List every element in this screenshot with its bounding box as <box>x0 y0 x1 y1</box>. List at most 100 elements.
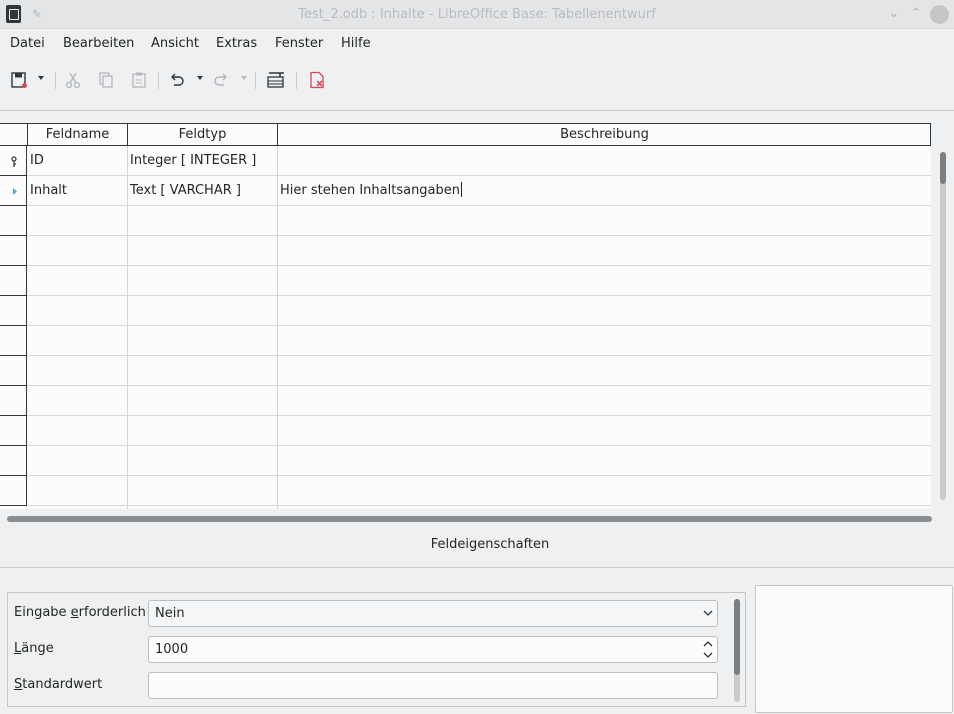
maximize-button[interactable]: ⌃ <box>908 6 924 22</box>
cell-feldname[interactable] <box>28 296 127 325</box>
save-icon[interactable] <box>8 69 30 91</box>
table-row[interactable] <box>0 296 931 326</box>
length-spinfield[interactable]: 1000 <box>148 636 718 663</box>
table-row[interactable]: Inhalt Text [ VARCHAR ] Hier stehen Inhalt… <box>0 176 931 206</box>
cell-beschreibung[interactable] <box>278 266 930 295</box>
redo-icon[interactable] <box>210 69 232 91</box>
row-selector[interactable] <box>0 446 27 476</box>
menu-datei[interactable]: Datei <box>10 36 45 51</box>
redo-dropdown-arrow[interactable] <box>241 76 247 80</box>
row-selector[interactable] <box>0 266 27 296</box>
copy-icon[interactable] <box>95 69 117 91</box>
default-value-input[interactable] <box>148 672 718 699</box>
table-row[interactable] <box>0 416 931 446</box>
column-header-feldtyp[interactable]: Feldtyp <box>128 123 278 146</box>
row-selector[interactable] <box>0 146 27 176</box>
row-selector[interactable] <box>0 296 27 326</box>
cell-feldtyp[interactable] <box>128 416 277 445</box>
properties-scrollbar[interactable] <box>734 599 740 702</box>
cell-feldtyp[interactable] <box>128 206 277 235</box>
row-selector[interactable] <box>0 206 27 236</box>
table-row[interactable] <box>0 386 931 416</box>
cell-feldtyp[interactable] <box>128 446 277 475</box>
column-header-feldname[interactable]: Feldname <box>28 123 128 146</box>
table-row[interactable]: ID Integer [ INTEGER ] <box>0 146 931 176</box>
undo-dropdown-arrow[interactable] <box>197 76 203 80</box>
row-selector[interactable] <box>0 236 27 266</box>
cell-feldtyp[interactable]: Text [ VARCHAR ] <box>128 176 277 205</box>
current-row-arrow-icon <box>13 188 17 195</box>
menu-hilfe[interactable]: Hilfe <box>341 36 371 51</box>
cell-beschreibung[interactable] <box>278 416 930 445</box>
menu-extras[interactable]: Extras <box>216 36 257 51</box>
cell-beschreibung[interactable] <box>278 206 930 235</box>
cell-feldname[interactable] <box>28 236 127 265</box>
cell-feldname-text: Inhalt <box>30 183 67 198</box>
cell-feldname[interactable] <box>28 416 127 445</box>
spin-down-icon[interactable] <box>703 650 713 660</box>
table-row[interactable] <box>0 446 931 476</box>
help-text-box <box>755 585 953 713</box>
cell-feldtyp[interactable] <box>128 476 277 505</box>
table-row[interactable] <box>0 356 931 386</box>
close-document-icon[interactable] <box>306 69 328 91</box>
cell-feldtyp[interactable]: Integer [ INTEGER ] <box>128 146 277 175</box>
cell-feldtyp[interactable] <box>128 326 277 355</box>
cell-beschreibung[interactable] <box>278 356 930 385</box>
cell-feldname[interactable]: Inhalt <box>28 176 127 205</box>
cell-beschreibung[interactable] <box>278 296 930 325</box>
cell-feldname[interactable] <box>28 446 127 475</box>
save-dropdown-arrow[interactable] <box>38 76 44 80</box>
menu-bearbeiten[interactable]: Bearbeiten <box>63 36 134 51</box>
paste-icon[interactable] <box>128 69 150 91</box>
cell-beschreibung[interactable] <box>278 236 930 265</box>
cell-feldname[interactable] <box>28 326 127 355</box>
row-selector[interactable] <box>0 386 27 416</box>
row-selector[interactable] <box>0 176 27 206</box>
table-row[interactable] <box>0 206 931 236</box>
cell-feldname-text: ID <box>30 153 44 168</box>
cell-feldname[interactable] <box>28 476 127 505</box>
cell-feldtyp[interactable] <box>128 296 277 325</box>
cell-feldname[interactable] <box>28 206 127 235</box>
cell-beschreibung[interactable] <box>278 326 930 355</box>
menu-fenster[interactable]: Fenster <box>275 36 323 51</box>
row-selector[interactable] <box>0 356 27 386</box>
table-row[interactable] <box>0 476 931 506</box>
cell-feldname[interactable] <box>28 266 127 295</box>
cell-feldtyp[interactable] <box>128 356 277 385</box>
scrollbar-thumb[interactable] <box>734 599 740 675</box>
row-selector[interactable] <box>0 476 27 506</box>
scrollbar-thumb[interactable] <box>940 152 946 184</box>
row-selector[interactable] <box>0 416 27 446</box>
cell-feldname[interactable] <box>28 386 127 415</box>
undo-icon[interactable] <box>166 69 188 91</box>
length-label: Länge <box>14 641 54 656</box>
cell-feldtyp[interactable] <box>128 236 277 265</box>
cell-feldtyp[interactable] <box>128 386 277 415</box>
cell-beschreibung[interactable] <box>278 146 930 175</box>
cell-feldtyp[interactable] <box>128 266 277 295</box>
cell-feldname[interactable]: ID <box>28 146 127 175</box>
row-selector[interactable] <box>0 326 27 356</box>
cell-beschreibung[interactable] <box>278 446 930 475</box>
grid-vertical-scrollbar[interactable] <box>940 152 946 500</box>
table-row[interactable] <box>0 326 931 356</box>
cell-beschreibung[interactable] <box>278 476 930 505</box>
close-window-button[interactable] <box>930 5 949 24</box>
column-header-beschreibung[interactable]: Beschreibung <box>278 123 931 146</box>
minimize-button[interactable]: ⌄ <box>886 6 902 22</box>
spin-up-icon[interactable] <box>703 639 713 649</box>
cut-icon[interactable] <box>62 69 84 91</box>
cell-beschreibung[interactable] <box>278 386 930 415</box>
table-row[interactable] <box>0 266 931 296</box>
grid-horizontal-scrollbar[interactable] <box>7 516 932 522</box>
table-design-grid[interactable]: Feldname Feldtyp Beschreibung ID Integer … <box>0 123 931 509</box>
required-select[interactable]: Nein <box>148 600 718 627</box>
cell-beschreibung[interactable]: Hier stehen Inhaltsangaben <box>278 176 930 205</box>
table-row[interactable] <box>0 236 931 266</box>
index-design-icon[interactable] <box>265 69 287 91</box>
cell-feldname[interactable] <box>28 356 127 385</box>
toolbar-separator <box>55 72 56 89</box>
menu-ansicht[interactable]: Ansicht <box>151 36 199 51</box>
